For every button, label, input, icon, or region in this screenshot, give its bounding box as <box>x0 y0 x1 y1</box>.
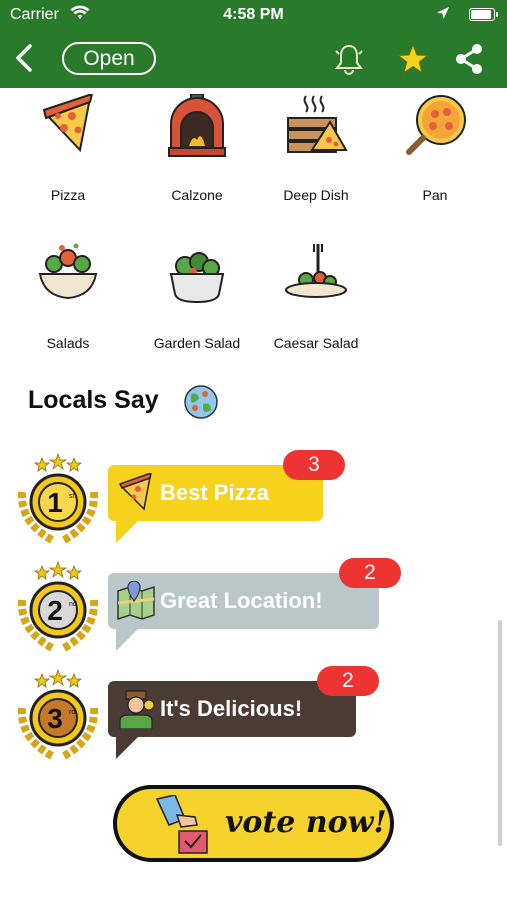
battery-icon <box>469 8 498 21</box>
vote-count-badge: 2 <box>317 666 379 696</box>
vote-option-label: Best Pizza <box>160 480 269 505</box>
pizza-boxes-icon <box>287 95 348 153</box>
category-caesar-salad[interactable]: Caesar Salad <box>257 242 375 351</box>
rank-number: 3 <box>47 703 63 734</box>
scrollbar[interactable] <box>498 620 502 846</box>
category-deep-dish[interactable]: Deep Dish <box>257 94 375 203</box>
category-pan[interactable]: Pan <box>376 94 494 203</box>
ballot-box-hand-icon <box>155 795 208 854</box>
category-label: Deep Dish <box>283 187 349 203</box>
vote-option-great-location[interactable]: Great Location! <box>108 573 379 651</box>
vote-now-label: vote now! <box>225 805 387 840</box>
salad-bowl-icon <box>38 243 98 300</box>
section-title: Locals Say <box>28 386 159 414</box>
rank-medal-3: 3 rd <box>17 668 99 760</box>
vote-option-label: Great Location! <box>160 588 323 613</box>
rank-suffix: nd <box>69 601 77 608</box>
map-location-icon <box>117 581 155 621</box>
location-arrow-icon <box>437 7 449 19</box>
caesar-salad-icon <box>285 244 347 298</box>
share-icon[interactable] <box>452 42 486 76</box>
bell-icon[interactable] <box>332 42 366 76</box>
star-icon[interactable] <box>396 42 430 76</box>
category-label: Salads <box>46 335 90 351</box>
pizza-pan-icon <box>406 95 466 155</box>
rank-number: 1 <box>47 487 63 518</box>
rank-suffix: st <box>69 493 75 500</box>
vote-count-badge: 2 <box>339 558 401 588</box>
open-status-badge: Open <box>62 42 156 75</box>
rank-medal-1: 1 st <box>17 452 99 544</box>
pizza-slice-icon <box>118 473 152 511</box>
nav-bar: Open <box>0 36 507 82</box>
brick-oven-icon <box>168 93 226 157</box>
category-pizza[interactable]: Pizza <box>9 92 127 203</box>
rank-number: 2 <box>47 595 63 626</box>
vote-now-button[interactable]: vote now! <box>113 785 394 862</box>
category-label: Caesar Salad <box>273 335 359 351</box>
back-arrow-icon[interactable] <box>10 42 38 74</box>
rank-medal-2: 2 nd <box>17 560 99 652</box>
chef-tasting-icon <box>119 690 155 729</box>
category-label: Garden Salad <box>153 335 241 351</box>
category-salads[interactable]: Salads <box>9 242 127 351</box>
category-calzone[interactable]: Calzone <box>138 93 256 203</box>
clock: 4:58 PM <box>223 6 284 23</box>
rank-suffix: rd <box>69 709 75 716</box>
vote-count-badge: 3 <box>283 450 345 480</box>
status-bar: Carrier 4:58 PM <box>0 0 507 30</box>
header-bar: Carrier 4:58 PM Open <box>0 0 507 88</box>
category-label: Calzone <box>171 187 223 203</box>
pizza-slice-icon <box>42 92 94 153</box>
category-label: Pan <box>422 187 448 203</box>
category-garden-salad[interactable]: Garden Salad <box>138 242 256 351</box>
vote-option-label: It's Delicious! <box>160 696 303 721</box>
globe-icon <box>184 385 218 419</box>
garden-salad-icon <box>169 252 225 304</box>
category-label: Pizza <box>50 187 86 203</box>
